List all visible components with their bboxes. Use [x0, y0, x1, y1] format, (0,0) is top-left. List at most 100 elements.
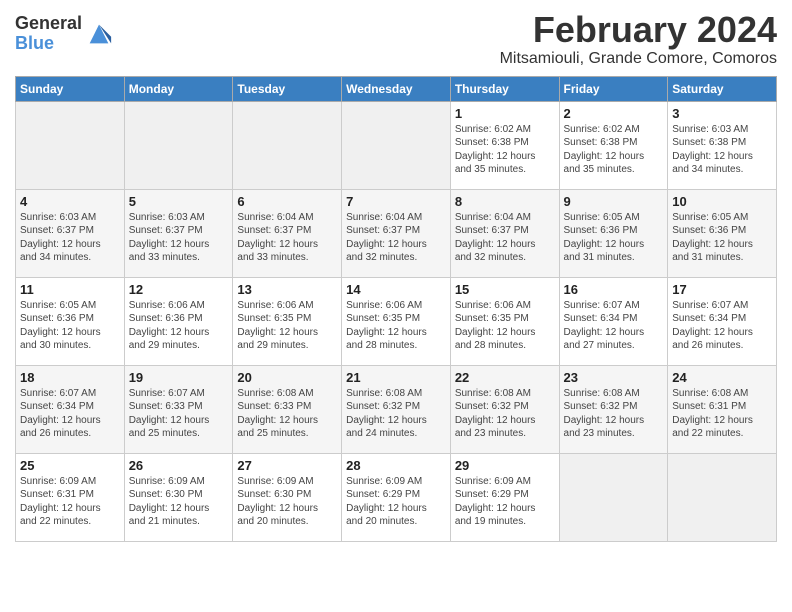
calendar-week-row: 25 Sunrise: 6:09 AM Sunset: 6:31 PM Dayli… [16, 453, 777, 541]
day-info: Sunrise: 6:08 AM Sunset: 6:32 PM Dayligh… [346, 387, 446, 441]
day-info: Sunrise: 6:04 AM Sunset: 6:37 PM Dayligh… [455, 211, 555, 265]
calendar-week-row: 11 Sunrise: 6:05 AM Sunset: 6:36 PM Dayli… [16, 277, 777, 365]
day-info: Sunrise: 6:07 AM Sunset: 6:34 PM Dayligh… [672, 299, 772, 353]
calendar-cell: 2 Sunrise: 6:02 AM Sunset: 6:38 PM Daylig… [559, 101, 668, 189]
day-number: 10 [672, 194, 772, 209]
calendar-cell: 22Sunrise: 6:08 AM Sunset: 6:32 PM Dayli… [450, 365, 559, 453]
calendar-cell: 16Sunrise: 6:07 AM Sunset: 6:34 PM Dayli… [559, 277, 668, 365]
day-number: 21 [346, 370, 446, 385]
day-number: 1 [455, 106, 555, 121]
day-info: Sunrise: 6:09 AM Sunset: 6:29 PM Dayligh… [346, 475, 446, 529]
day-number: 13 [237, 282, 337, 297]
calendar-cell: 10 Sunrise: 6:05 AM Sunset: 6:36 PM Dayli… [668, 189, 777, 277]
calendar-cell: 28 Sunrise: 6:09 AM Sunset: 6:29 PM Dayli… [342, 453, 451, 541]
day-info: Sunrise: 6:08 AM Sunset: 6:33 PM Dayligh… [237, 387, 337, 441]
day-info: Sunrise: 6:06 AM Sunset: 6:36 PM Dayligh… [129, 299, 229, 353]
calendar-cell: 24 Sunrise: 6:08 AM Sunset: 6:31 PM Dayli… [668, 365, 777, 453]
day-number: 4 [20, 194, 120, 209]
day-info: Sunrise: 6:08 AM Sunset: 6:32 PM Dayligh… [455, 387, 555, 441]
calendar-cell: 5 Sunrise: 6:03 AM Sunset: 6:37 PM Daylig… [124, 189, 233, 277]
day-number: 7 [346, 194, 446, 209]
calendar-cell: 29Sunrise: 6:09 AM Sunset: 6:29 PM Dayli… [450, 453, 559, 541]
page-title: February 2024 [500, 10, 777, 50]
calendar-header-row: SundayMondayTuesdayWednesdayThursdayFrid… [16, 76, 777, 101]
day-number: 3 [672, 106, 772, 121]
day-info: Sunrise: 6:06 AM Sunset: 6:35 PM Dayligh… [346, 299, 446, 353]
logo-blue: Blue [15, 34, 82, 54]
calendar-cell: 23Sunrise: 6:08 AM Sunset: 6:32 PM Dayli… [559, 365, 668, 453]
day-number: 5 [129, 194, 229, 209]
day-number: 25 [20, 458, 120, 473]
day-number: 2 [564, 106, 664, 121]
day-info: Sunrise: 6:02 AM Sunset: 6:38 PM Dayligh… [564, 123, 664, 177]
logo-icon [85, 20, 113, 48]
day-info: Sunrise: 6:02 AM Sunset: 6:38 PM Dayligh… [455, 123, 555, 177]
day-info: Sunrise: 6:09 AM Sunset: 6:30 PM Dayligh… [237, 475, 337, 529]
calendar-week-row: 18Sunrise: 6:07 AM Sunset: 6:34 PM Dayli… [16, 365, 777, 453]
calendar-cell: 27 Sunrise: 6:09 AM Sunset: 6:30 PM Dayli… [233, 453, 342, 541]
calendar-body: 1 Sunrise: 6:02 AM Sunset: 6:38 PM Daylig… [16, 101, 777, 541]
day-number: 26 [129, 458, 229, 473]
day-number: 8 [455, 194, 555, 209]
day-number: 16 [564, 282, 664, 297]
day-info: Sunrise: 6:05 AM Sunset: 6:36 PM Dayligh… [564, 211, 664, 265]
calendar-cell: 11 Sunrise: 6:05 AM Sunset: 6:36 PM Dayli… [16, 277, 125, 365]
day-info: Sunrise: 6:07 AM Sunset: 6:33 PM Dayligh… [129, 387, 229, 441]
day-info: Sunrise: 6:05 AM Sunset: 6:36 PM Dayligh… [672, 211, 772, 265]
header: General Blue February 2024 Mitsamiouli, … [15, 10, 777, 68]
logo: General Blue [15, 14, 113, 54]
calendar-cell: 20Sunrise: 6:08 AM Sunset: 6:33 PM Dayli… [233, 365, 342, 453]
day-number: 14 [346, 282, 446, 297]
day-number: 23 [564, 370, 664, 385]
calendar-week-row: 1 Sunrise: 6:02 AM Sunset: 6:38 PM Daylig… [16, 101, 777, 189]
calendar-cell: 3 Sunrise: 6:03 AM Sunset: 6:38 PM Daylig… [668, 101, 777, 189]
page-subtitle: Mitsamiouli, Grande Comore, Comoros [500, 50, 777, 68]
calendar-cell: 15 Sunrise: 6:06 AM Sunset: 6:35 PM Dayli… [450, 277, 559, 365]
calendar-day-header: Friday [559, 76, 668, 101]
calendar-cell: 12 Sunrise: 6:06 AM Sunset: 6:36 PM Dayli… [124, 277, 233, 365]
day-info: Sunrise: 6:03 AM Sunset: 6:37 PM Dayligh… [20, 211, 120, 265]
calendar-cell [233, 101, 342, 189]
day-number: 19 [129, 370, 229, 385]
calendar-day-header: Monday [124, 76, 233, 101]
day-info: Sunrise: 6:06 AM Sunset: 6:35 PM Dayligh… [237, 299, 337, 353]
day-number: 24 [672, 370, 772, 385]
calendar-cell: 1 Sunrise: 6:02 AM Sunset: 6:38 PM Daylig… [450, 101, 559, 189]
calendar-cell: 7Sunrise: 6:04 AM Sunset: 6:37 PM Daylig… [342, 189, 451, 277]
calendar-day-header: Sunday [16, 76, 125, 101]
day-number: 9 [564, 194, 664, 209]
day-info: Sunrise: 6:03 AM Sunset: 6:37 PM Dayligh… [129, 211, 229, 265]
calendar-week-row: 4 Sunrise: 6:03 AM Sunset: 6:37 PM Daylig… [16, 189, 777, 277]
day-number: 27 [237, 458, 337, 473]
day-info: Sunrise: 6:05 AM Sunset: 6:36 PM Dayligh… [20, 299, 120, 353]
calendar-cell [16, 101, 125, 189]
calendar-cell: 9 Sunrise: 6:05 AM Sunset: 6:36 PM Daylig… [559, 189, 668, 277]
calendar-cell: 13 Sunrise: 6:06 AM Sunset: 6:35 PM Dayli… [233, 277, 342, 365]
calendar-cell [559, 453, 668, 541]
day-number: 15 [455, 282, 555, 297]
calendar-table: SundayMondayTuesdayWednesdayThursdayFrid… [15, 76, 777, 542]
day-number: 12 [129, 282, 229, 297]
day-number: 29 [455, 458, 555, 473]
day-info: Sunrise: 6:09 AM Sunset: 6:30 PM Dayligh… [129, 475, 229, 529]
day-info: Sunrise: 6:09 AM Sunset: 6:31 PM Dayligh… [20, 475, 120, 529]
day-number: 28 [346, 458, 446, 473]
day-info: Sunrise: 6:04 AM Sunset: 6:37 PM Dayligh… [237, 211, 337, 265]
day-info: Sunrise: 6:08 AM Sunset: 6:31 PM Dayligh… [672, 387, 772, 441]
day-info: Sunrise: 6:07 AM Sunset: 6:34 PM Dayligh… [20, 387, 120, 441]
calendar-cell: 14 Sunrise: 6:06 AM Sunset: 6:35 PM Dayli… [342, 277, 451, 365]
calendar-day-header: Wednesday [342, 76, 451, 101]
calendar-cell [124, 101, 233, 189]
calendar-cell: 18Sunrise: 6:07 AM Sunset: 6:34 PM Dayli… [16, 365, 125, 453]
day-number: 6 [237, 194, 337, 209]
calendar-day-header: Thursday [450, 76, 559, 101]
day-number: 11 [20, 282, 120, 297]
calendar-cell: 6 Sunrise: 6:04 AM Sunset: 6:37 PM Daylig… [233, 189, 342, 277]
day-info: Sunrise: 6:03 AM Sunset: 6:38 PM Dayligh… [672, 123, 772, 177]
logo-general: General [15, 14, 82, 34]
calendar-day-header: Tuesday [233, 76, 342, 101]
calendar-cell: 21 Sunrise: 6:08 AM Sunset: 6:32 PM Dayli… [342, 365, 451, 453]
calendar-cell: 4 Sunrise: 6:03 AM Sunset: 6:37 PM Daylig… [16, 189, 125, 277]
calendar-cell: 26 Sunrise: 6:09 AM Sunset: 6:30 PM Dayli… [124, 453, 233, 541]
day-info: Sunrise: 6:06 AM Sunset: 6:35 PM Dayligh… [455, 299, 555, 353]
